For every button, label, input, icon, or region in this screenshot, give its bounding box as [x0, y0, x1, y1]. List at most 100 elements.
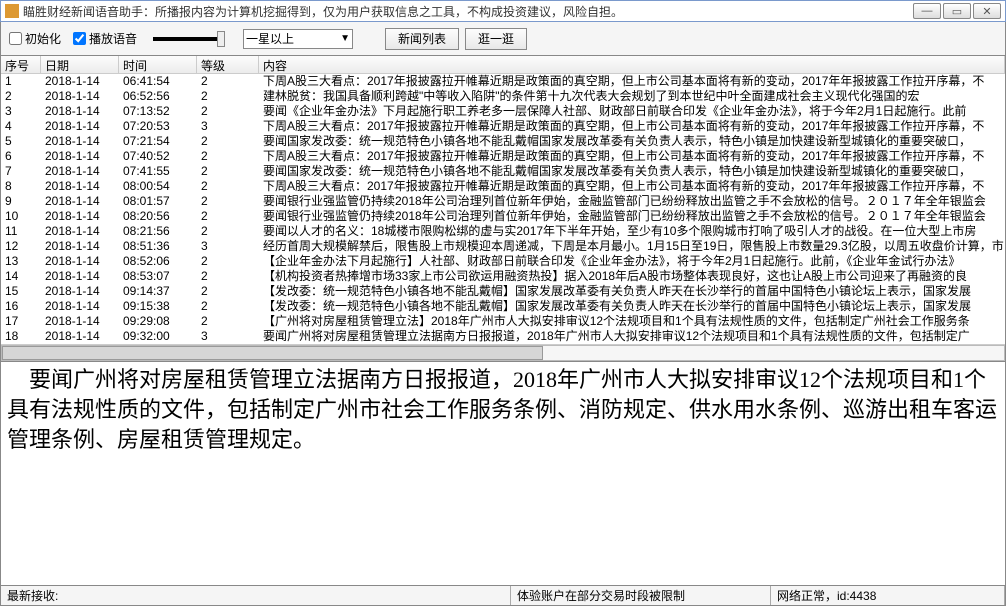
status-bar: 最新接收: 体验账户在部分交易时段被限制 网络正常，id:4438 [0, 586, 1006, 606]
table-cell: 08:52:06 [119, 254, 197, 269]
table-cell: 下周A股三大看点：2017年报披露拉开帷幕近期是政策面的真空期，但上市公司基本面… [259, 179, 1005, 194]
status-account: 体验账户在部分交易时段被限制 [511, 586, 771, 605]
rating-dropdown[interactable]: 一星以上 ▼ [243, 29, 353, 49]
table-cell: 2018-1-14 [41, 269, 119, 284]
table-cell: 2018-1-14 [41, 74, 119, 89]
table-cell: 2018-1-14 [41, 164, 119, 179]
table-row[interactable]: 12018-1-1406:41:542下周A股三大看点：2017年报披露拉开帷幕… [1, 74, 1005, 89]
table-cell: 2018-1-14 [41, 299, 119, 314]
maximize-button[interactable]: ▭ [943, 3, 971, 19]
table-row[interactable]: 52018-1-1407:21:542要闻国家发改委：统一规范特色小镇各地不能乱… [1, 134, 1005, 149]
table-cell: 06:52:56 [119, 89, 197, 104]
minimize-button[interactable]: — [913, 3, 941, 19]
close-button[interactable]: ✕ [973, 3, 1001, 19]
table-cell: 7 [1, 164, 41, 179]
table-row[interactable]: 132018-1-1408:52:062【企业年金办法下月起施行】人社部、财政部… [1, 254, 1005, 269]
news-table: 序号 日期 时间 等级 内容 12018-1-1406:41:542下周A股三大… [0, 56, 1006, 362]
horizontal-scrollbar[interactable] [1, 344, 1005, 360]
stroll-button[interactable]: 逛一逛 [465, 28, 527, 50]
table-cell: 2018-1-14 [41, 194, 119, 209]
table-cell: 6 [1, 149, 41, 164]
col-index[interactable]: 序号 [1, 56, 41, 73]
table-cell: 2018-1-14 [41, 149, 119, 164]
play-checkbox[interactable] [73, 32, 86, 45]
table-cell: 2018-1-14 [41, 314, 119, 329]
table-body: 12018-1-1406:41:542下周A股三大看点：2017年报披露拉开帷幕… [1, 74, 1005, 344]
window-title: 瞄胜财经新闻语音助手：所播报内容为计算机挖掘得到，仅为用户获取信息之工具，不构成… [23, 3, 911, 20]
scrollbar-thumb[interactable] [2, 346, 543, 360]
table-cell: 4 [1, 119, 41, 134]
table-row[interactable]: 42018-1-1407:20:533下周A股三大看点：2017年报披露拉开帷幕… [1, 119, 1005, 134]
play-checkbox-group[interactable]: 播放语音 [73, 30, 137, 47]
table-row[interactable]: 82018-1-1408:00:542下周A股三大看点：2017年报披露拉开帷幕… [1, 179, 1005, 194]
table-cell: 2 [197, 164, 259, 179]
table-cell: 2 [197, 224, 259, 239]
news-list-button[interactable]: 新闻列表 [385, 28, 459, 50]
table-cell: 下周A股三大看点：2017年报披露拉开帷幕近期是政策面的真空期，但上市公司基本面… [259, 119, 1005, 134]
table-row[interactable]: 162018-1-1409:15:382【发改委：统一规范特色小镇各地不能乱戴帽… [1, 299, 1005, 314]
col-content[interactable]: 内容 [259, 56, 1005, 73]
col-date[interactable]: 日期 [41, 56, 119, 73]
col-level[interactable]: 等级 [197, 56, 259, 73]
table-cell: 2018-1-14 [41, 329, 119, 344]
table-cell: 2018-1-14 [41, 239, 119, 254]
table-cell: 2018-1-14 [41, 254, 119, 269]
table-cell: 要闻银行业强监管仍持续2018年公司治理列首位新年伊始，金融监管部门已纷纷释放出… [259, 209, 1005, 224]
init-label: 初始化 [25, 30, 61, 47]
table-cell: 2018-1-14 [41, 284, 119, 299]
table-cell: 2 [197, 299, 259, 314]
table-row[interactable]: 92018-1-1408:01:572要闻银行业强监管仍持续2018年公司治理列… [1, 194, 1005, 209]
chevron-down-icon: ▼ [340, 33, 350, 44]
table-row[interactable]: 112018-1-1408:21:562要闻以人才的名义：18城楼市限购松绑的虚… [1, 224, 1005, 239]
col-time[interactable]: 时间 [119, 56, 197, 73]
table-row[interactable]: 102018-1-1408:20:562要闻银行业强监管仍持续2018年公司治理… [1, 209, 1005, 224]
toolbar: 初始化 播放语音 一星以上 ▼ 新闻列表 逛一逛 [0, 22, 1006, 56]
table-cell: 15 [1, 284, 41, 299]
table-row[interactable]: 32018-1-1407:13:522要闻《企业年金办法》下月起施行职工养老多一… [1, 104, 1005, 119]
table-cell: 12 [1, 239, 41, 254]
init-checkbox-group[interactable]: 初始化 [9, 30, 61, 47]
table-row[interactable]: 152018-1-1409:14:372【发改委：统一规范特色小镇各地不能乱戴帽… [1, 284, 1005, 299]
table-cell: 9 [1, 194, 41, 209]
table-cell: 3 [197, 119, 259, 134]
table-row[interactable]: 72018-1-1407:41:552要闻国家发改委：统一规范特色小镇各地不能乱… [1, 164, 1005, 179]
table-row[interactable]: 22018-1-1406:52:562建林脱贫：我国具备顺利跨越"中等收入陷阱"… [1, 89, 1005, 104]
table-cell: 08:53:07 [119, 269, 197, 284]
table-row[interactable]: 62018-1-1407:40:522下周A股三大看点：2017年报披露拉开帷幕… [1, 149, 1005, 164]
table-cell: 09:15:38 [119, 299, 197, 314]
table-cell: 09:29:08 [119, 314, 197, 329]
init-checkbox[interactable] [9, 32, 22, 45]
table-row[interactable]: 172018-1-1409:29:082【广州将对房屋租赁管理立法】2018年广… [1, 314, 1005, 329]
table-row[interactable]: 142018-1-1408:53:072【机构投资者热捧增市场33家上市公司欲运… [1, 269, 1005, 284]
table-cell: 【机构投资者热捧增市场33家上市公司欲运用融资热投】据入2018年后A股市场整体… [259, 269, 1005, 284]
table-cell: 2018-1-14 [41, 89, 119, 104]
table-cell: 2018-1-14 [41, 134, 119, 149]
table-cell: 2 [197, 284, 259, 299]
slider-thumb[interactable] [217, 31, 225, 47]
status-network: 网络正常，id:4438 [771, 586, 1005, 605]
table-cell: 2 [197, 314, 259, 329]
table-cell: 07:21:54 [119, 134, 197, 149]
table-cell: 09:14:37 [119, 284, 197, 299]
table-cell: 18 [1, 329, 41, 344]
table-cell: 要闻以人才的名义：18城楼市限购松绑的虚与实2017年下半年开始，至少有10多个… [259, 224, 1005, 239]
table-cell: 08:20:56 [119, 209, 197, 224]
table-cell: 08:51:36 [119, 239, 197, 254]
volume-slider[interactable] [153, 37, 217, 41]
table-cell: 要闻《企业年金办法》下月起施行职工养老多一层保障人社部、财政部日前联合印发《企业… [259, 104, 1005, 119]
scrollbar-track[interactable] [1, 345, 1005, 361]
table-cell: 08:00:54 [119, 179, 197, 194]
table-cell: 2 [197, 149, 259, 164]
window-controls: — ▭ ✕ [911, 3, 1001, 19]
table-row[interactable]: 182018-1-1409:32:003要闻广州将对房屋租赁管理立法据南方日报报… [1, 329, 1005, 344]
table-cell: 2 [197, 269, 259, 284]
table-cell: 建林脱贫：我国具备顺利跨越"中等收入陷阱"的条件第十九次代表大会规划了到本世纪中… [259, 89, 1005, 104]
table-row[interactable]: 122018-1-1408:51:363经历首周大规模解禁后，限售股上市规模迎本… [1, 239, 1005, 254]
table-cell: 10 [1, 209, 41, 224]
table-cell: 07:41:55 [119, 164, 197, 179]
table-cell: 13 [1, 254, 41, 269]
table-cell: 1 [1, 74, 41, 89]
table-cell: 3 [197, 239, 259, 254]
table-cell: 要闻广州将对房屋租赁管理立法据南方日报报道，2018年广州市人大拟安排审议12个… [259, 329, 1005, 344]
table-header: 序号 日期 时间 等级 内容 [1, 56, 1005, 74]
